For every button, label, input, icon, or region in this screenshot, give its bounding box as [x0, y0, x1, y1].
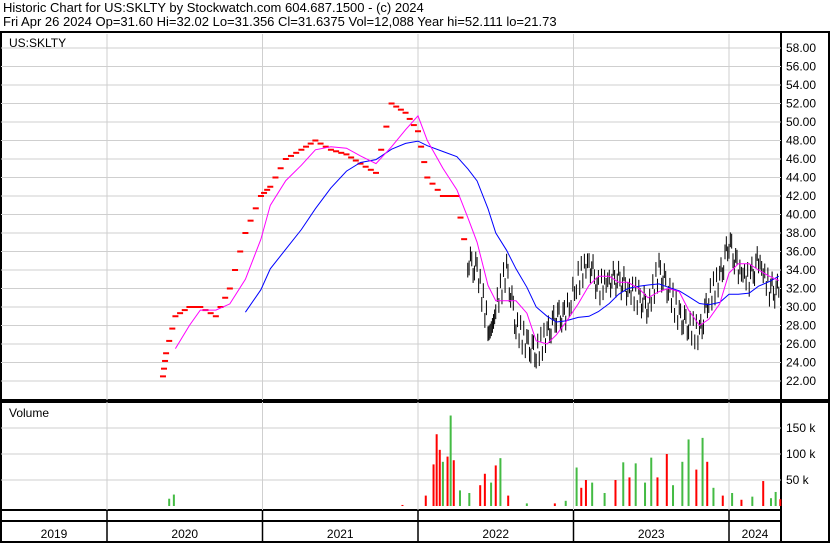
chart-frame [0, 31, 830, 543]
volume-tick-label: 150 k [786, 421, 816, 435]
x-year-label: 2020 [171, 527, 198, 541]
volume-bar [468, 493, 471, 506]
volume-bar [712, 487, 715, 506]
volume-bar [769, 498, 772, 506]
x-year-label: 2023 [638, 527, 665, 541]
volume-bar [656, 477, 659, 506]
y-tick-label: 50.00 [786, 115, 816, 129]
x-year-label: 2019 [41, 527, 68, 541]
y-tick-label: 58.00 [786, 41, 816, 55]
volume-bar [424, 495, 427, 506]
volume-bar [564, 500, 567, 506]
volume-bar [695, 469, 698, 506]
axis-labels: 22.00 24.00 26.00 28.00 30.00 32.00 34.00 36.00… [41, 41, 817, 541]
volume-bar [681, 461, 684, 506]
volume-bar [525, 503, 528, 506]
y-tick-label: 40.00 [786, 208, 816, 222]
y-tick-label: 28.00 [786, 319, 816, 333]
volume-bar [644, 482, 647, 506]
volume-bars [168, 415, 782, 506]
volume-bar [479, 485, 482, 506]
y-tick-label: 34.00 [786, 263, 816, 277]
price-marks [159, 102, 780, 378]
volume-bar [591, 482, 594, 506]
y-tick-label: 26.00 [786, 337, 816, 351]
y-tick-label: 48.00 [786, 134, 816, 148]
volume-bar [575, 467, 578, 506]
volume-bar [731, 493, 734, 506]
volume-bar [449, 415, 452, 506]
volume-bar [168, 498, 171, 506]
y-tick-label: 30.00 [786, 300, 816, 314]
y-tick-label: 22.00 [786, 374, 816, 388]
volume-bar [650, 457, 653, 506]
volume-tick-label: 100 k [786, 447, 816, 461]
volume-bar [779, 499, 782, 506]
volume-bar [701, 437, 704, 506]
volume-bar [553, 503, 556, 506]
short-moving-average-line [174, 114, 780, 349]
x-year-label: 2022 [482, 527, 509, 541]
y-tick-label: 38.00 [786, 226, 816, 240]
volume-tick-label: 50 k [786, 473, 810, 487]
volume-bar [441, 461, 444, 506]
volume-bar [490, 482, 493, 506]
volume-bar [614, 480, 617, 506]
y-tick-label: 42.00 [786, 189, 816, 203]
y-tick-label: 54.00 [786, 78, 816, 92]
volume-bar [452, 460, 455, 506]
volume-bar [740, 499, 743, 506]
volume-bar [584, 480, 587, 506]
volume-bar [751, 496, 754, 506]
y-tick-label: 52.00 [786, 97, 816, 111]
volume-bar [628, 477, 631, 506]
volume-bar [435, 434, 438, 506]
y-tick-label: 32.00 [786, 282, 816, 296]
volume-bar [458, 490, 461, 506]
y-tick-label: 46.00 [786, 152, 816, 166]
volume-bar [483, 473, 486, 506]
volume-bar [438, 449, 441, 506]
volume-bar [401, 504, 404, 506]
grid [1, 32, 829, 542]
volume-bar [721, 495, 724, 506]
volume-bar [172, 494, 175, 506]
volume-bar [507, 495, 510, 506]
volume-bar [603, 493, 606, 506]
volume-bar [634, 463, 637, 506]
volume-bar [762, 481, 765, 506]
volume-bar [672, 485, 675, 506]
volume-bar [432, 464, 435, 506]
volume-bar [687, 439, 690, 506]
volume-bar [665, 454, 668, 506]
volume-bar [446, 456, 449, 506]
y-tick-label: 36.00 [786, 245, 816, 259]
y-tick-label: 56.00 [786, 60, 816, 74]
x-year-label: 2024 [742, 527, 769, 541]
y-tick-label: 44.00 [786, 171, 816, 185]
price-chart: 22.00 24.00 26.00 28.00 30.00 32.00 34.00 36.00… [0, 31, 830, 543]
volume-bar [494, 465, 497, 506]
volume-bar [580, 487, 583, 506]
x-year-label: 2021 [327, 527, 354, 541]
volume-bar [774, 491, 777, 506]
volume-bar [622, 462, 625, 506]
volume-label: Volume [9, 406, 49, 420]
volume-bar [706, 461, 709, 506]
volume-bar [499, 458, 502, 506]
y-tick-label: 24.00 [786, 356, 816, 370]
symbol-label: US:SKLTY [9, 36, 66, 50]
